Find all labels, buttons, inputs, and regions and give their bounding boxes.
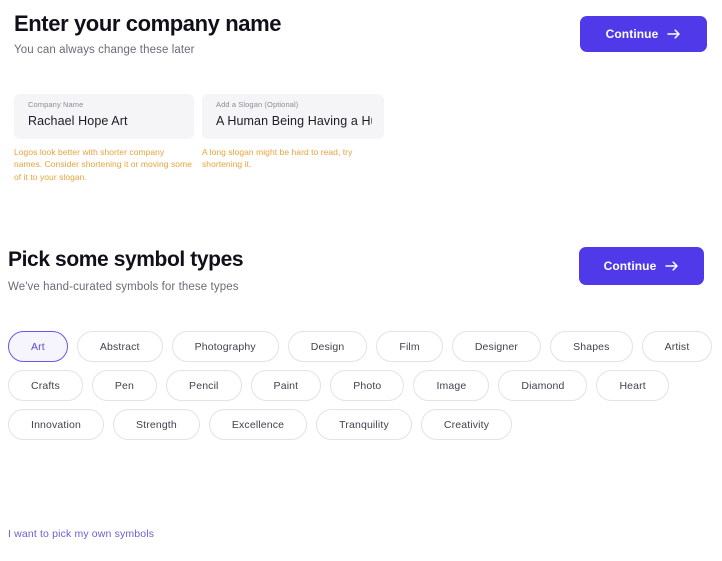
symbol-type-chip[interactable]: Film [376, 331, 442, 362]
symbol-type-chip[interactable]: Designer [452, 331, 541, 362]
symbol-type-chip[interactable]: Photo [330, 370, 404, 401]
symbol-type-chip[interactable]: Crafts [8, 370, 83, 401]
arrow-right-icon [665, 260, 679, 272]
company-name-warning: Logos look better with shorter company n… [14, 146, 194, 183]
slogan-warning: A long slogan might be hard to read, try… [202, 146, 384, 183]
symbol-type-chip[interactable]: Design [288, 331, 368, 362]
symbol-type-chip[interactable]: Excellence [209, 409, 307, 440]
symbol-type-chip[interactable]: Creativity [421, 409, 512, 440]
symbol-type-chip[interactable]: Photography [172, 331, 279, 362]
company-name-label: Company Name [28, 101, 182, 109]
symbol-type-chip[interactable]: Artist [642, 331, 713, 362]
slogan-label: Add a Slogan (Optional) [216, 101, 372, 109]
company-name-header: Enter your company name You can always c… [0, 0, 722, 62]
continue-button-label: Continue [606, 27, 659, 41]
symbol-types-header: Pick some symbol types We've hand-curate… [0, 243, 722, 301]
onboarding-page: Enter your company name You can always c… [0, 0, 722, 561]
symbol-type-chip-list: Art Abstract Photography Design Film Designer… [8, 331, 714, 440]
symbol-type-chip[interactable]: Abstract [77, 331, 163, 362]
symbol-type-chip[interactable]: Heart [596, 370, 668, 401]
slogan-value[interactable]: A Human Being Having a Human [216, 114, 372, 129]
continue-button-symbols[interactable]: Continue [579, 247, 704, 285]
symbol-type-chip[interactable]: Tranquility [316, 409, 412, 440]
continue-button-label: Continue [604, 259, 657, 273]
continue-button-company[interactable]: Continue [580, 16, 707, 52]
arrow-right-icon [667, 28, 681, 40]
symbol-type-chip[interactable]: Pencil [166, 370, 242, 401]
symbol-type-chip[interactable]: Innovation [8, 409, 104, 440]
symbol-type-chip[interactable]: Diamond [498, 370, 587, 401]
symbol-type-chip[interactable]: Art [8, 331, 68, 362]
company-name-value[interactable]: Rachael Hope Art [28, 114, 182, 129]
symbol-types-section: Pick some symbol types We've hand-curate… [0, 243, 722, 301]
symbol-type-chip[interactable]: Pen [92, 370, 157, 401]
symbol-type-chip[interactable]: Image [413, 370, 489, 401]
pick-own-symbols-link[interactable]: I want to pick my own symbols [8, 528, 154, 540]
slogan-field[interactable]: Add a Slogan (Optional) A Human Being Ha… [202, 94, 384, 139]
company-inputs-row: Company Name Rachael Hope Art Add a Slog… [14, 94, 384, 139]
company-name-field[interactable]: Company Name Rachael Hope Art [14, 94, 194, 139]
symbol-type-chip[interactable]: Shapes [550, 331, 633, 362]
symbol-type-chip[interactable]: Strength [113, 409, 200, 440]
company-name-section: Enter your company name You can always c… [0, 0, 722, 62]
warnings-row: Logos look better with shorter company n… [14, 146, 384, 183]
symbol-type-chip[interactable]: Paint [251, 370, 322, 401]
